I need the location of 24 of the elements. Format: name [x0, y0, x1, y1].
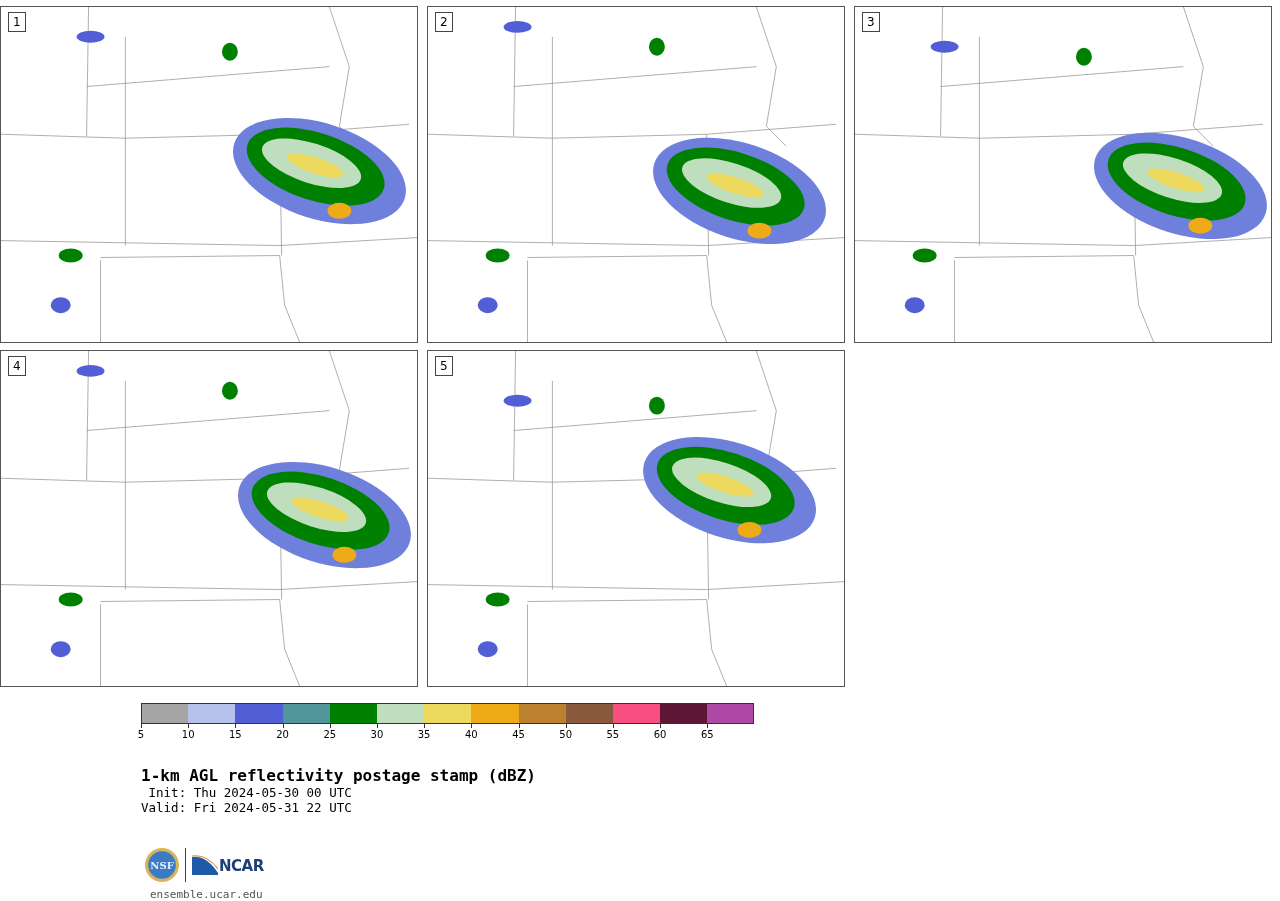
tick-label: 60	[653, 729, 667, 740]
tick-label: 10	[181, 729, 195, 740]
panel-number: 2	[435, 12, 453, 32]
tick-label: 45	[512, 729, 525, 740]
panel-number: 1	[8, 12, 26, 32]
tick-label: 35	[417, 729, 431, 740]
init-time: Init: Thu 2024-05-30 00 UTC	[147, 785, 352, 800]
tick-label: 15	[229, 729, 242, 740]
tick-label: 40	[464, 729, 478, 740]
site-url: ensemble.ucar.edu	[150, 888, 263, 901]
chart-title: 1-km AGL reflectivity postage stamp (dBZ)	[141, 766, 536, 785]
valid-time: Valid: Fri 2024-05-31 22 UTC	[141, 800, 352, 815]
tick-label: 65	[700, 729, 714, 740]
tick-label: 50	[559, 729, 573, 740]
nsf-logo: NSF	[145, 848, 179, 882]
tick-label: 25	[323, 729, 337, 740]
tick-label: 5	[137, 729, 145, 740]
panel-number: 3	[862, 12, 880, 32]
tick-label: 55	[606, 729, 620, 740]
tick-label: 20	[276, 729, 289, 740]
panel-number: 4	[8, 356, 26, 376]
tick-label: 30	[370, 729, 384, 740]
panel-number: 5	[435, 356, 453, 376]
ncar-logo: NCAR	[192, 855, 264, 875]
